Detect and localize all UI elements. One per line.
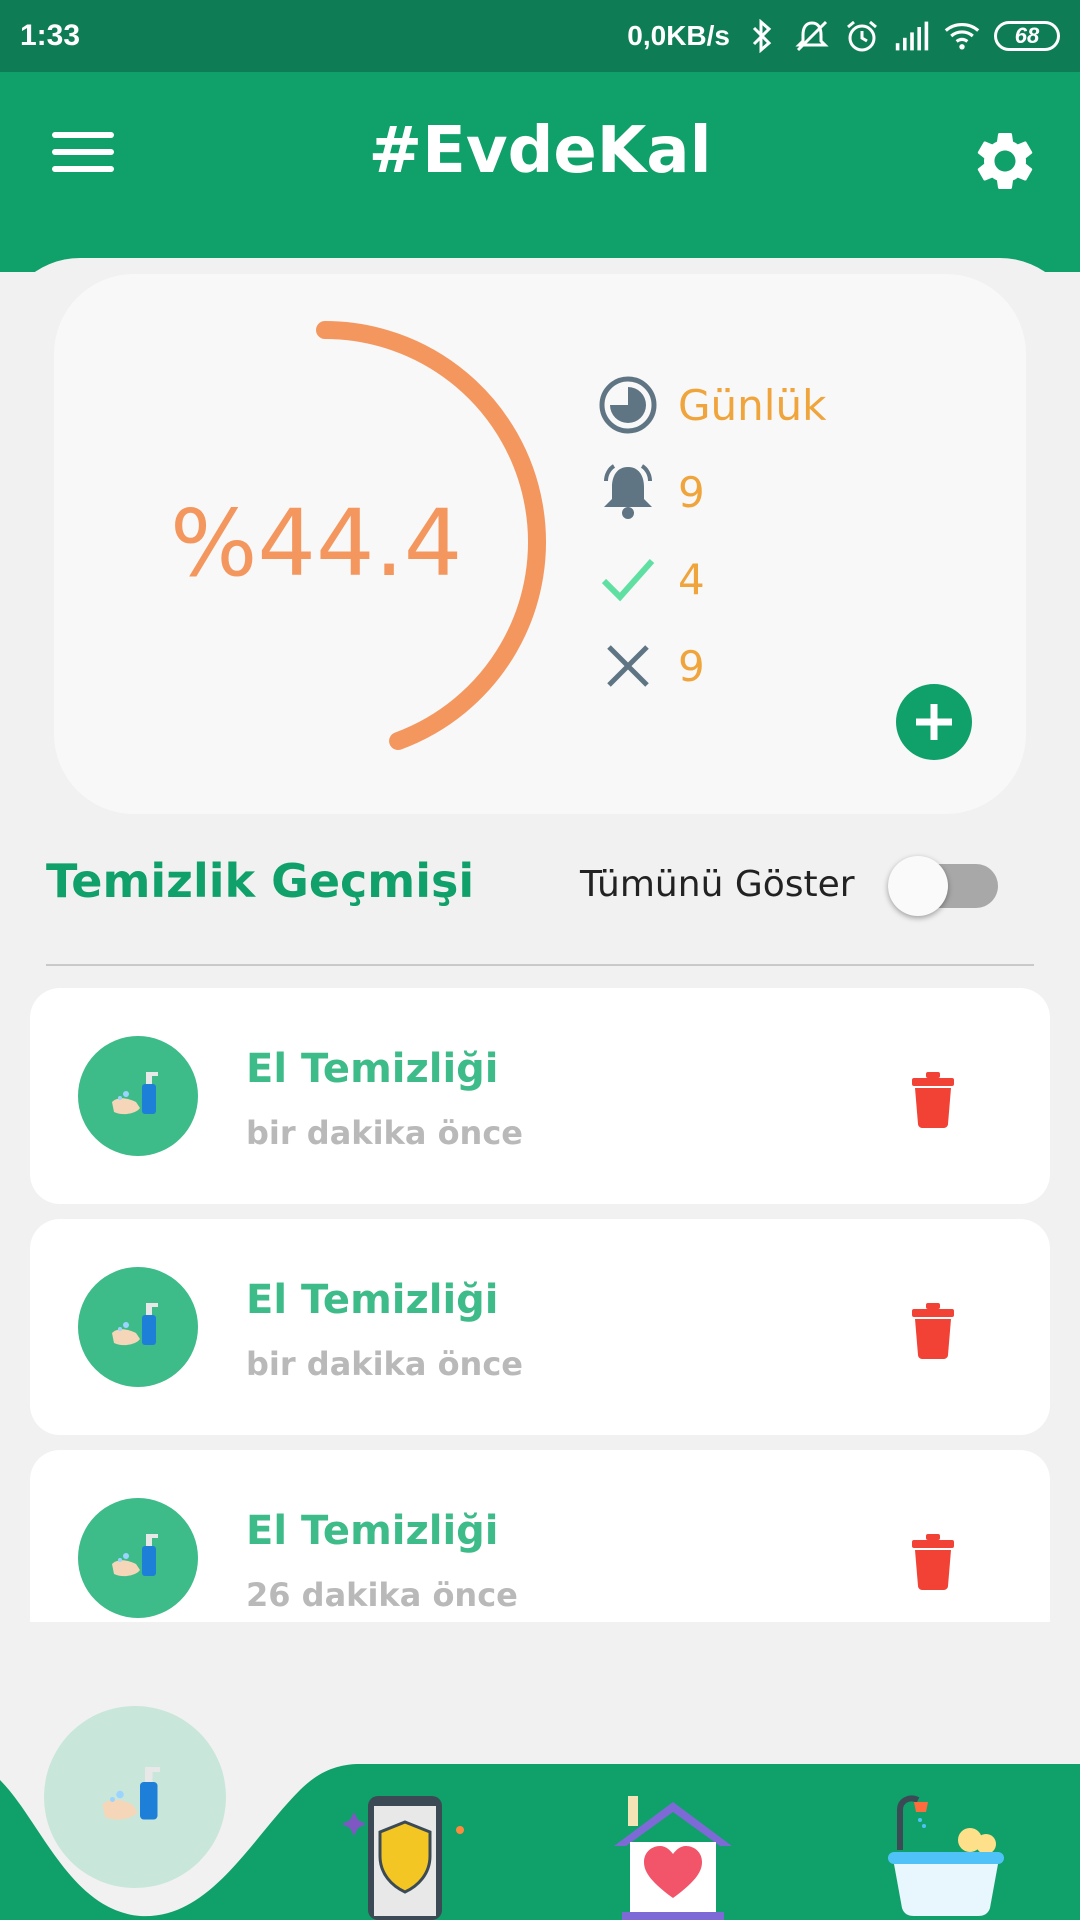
item-title: El Temizliği (246, 1277, 499, 1323)
missed-count: 9 (678, 641, 705, 691)
check-icon (596, 547, 660, 611)
stat-reminders: 9 (596, 457, 705, 527)
item-title: El Temizliği (246, 1508, 499, 1554)
bathtub-icon[interactable] (880, 1790, 1010, 1920)
bell-icon (596, 460, 660, 524)
show-all-toggle[interactable] (888, 856, 998, 916)
hand-wash-icon (78, 1036, 198, 1156)
hand-wash-icon (78, 1498, 198, 1618)
hand-wash-icon (78, 1267, 198, 1387)
trash-icon[interactable] (906, 1301, 960, 1359)
history-list[interactable]: El Temizliği bir dakika önce El Temizliğ… (0, 986, 1080, 1622)
trash-icon[interactable] (906, 1532, 960, 1590)
progress-percent: %44.4 (170, 490, 463, 597)
toggle-knob (888, 856, 948, 916)
reminders-count: 9 (678, 467, 705, 517)
hand-wash-icon (102, 1767, 160, 1820)
plus-icon (916, 704, 952, 740)
list-item[interactable]: El Temizliği bir dakika önce (30, 1219, 1050, 1435)
add-button[interactable] (896, 684, 972, 760)
list-item[interactable]: El Temizliği bir dakika önce (30, 988, 1050, 1204)
show-all-label: Tümünü Göster (580, 864, 855, 905)
trash-icon[interactable] (906, 1070, 960, 1128)
history-title: Temizlik Geçmişi (46, 854, 475, 908)
item-time: 26 dakika önce (246, 1576, 518, 1614)
stat-missed: 9 (596, 631, 705, 701)
item-time: bir dakika önce (246, 1114, 523, 1152)
phone-shield-icon[interactable] (338, 1790, 468, 1920)
done-count: 4 (678, 554, 705, 604)
close-icon (596, 634, 660, 698)
clock-icon (596, 373, 660, 437)
stat-done: 4 (596, 544, 705, 614)
hand-wash-nav-button[interactable] (44, 1706, 226, 1888)
item-time: bir dakika önce (246, 1345, 523, 1383)
item-title: El Temizliği (246, 1046, 499, 1092)
stat-period: Günlük (596, 370, 826, 440)
list-item[interactable]: El Temizliği 26 dakika önce (30, 1450, 1050, 1622)
house-heart-icon[interactable] (608, 1790, 738, 1920)
divider (46, 964, 1034, 966)
period-label: Günlük (678, 380, 827, 430)
